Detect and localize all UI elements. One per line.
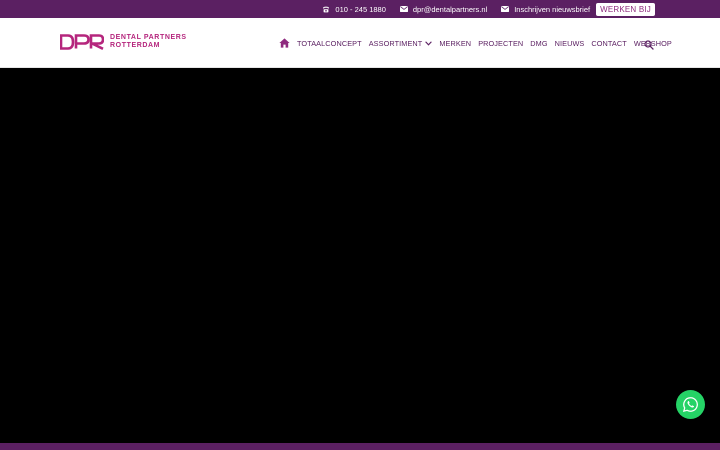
werken-bij-button[interactable]: WERKEN BIJ	[596, 2, 655, 16]
nav-item-assortiment[interactable]: ASSORTIMENT	[369, 39, 433, 48]
nav-item-merken[interactable]: MERKEN	[439, 39, 471, 48]
email-link[interactable]: dpr@dentalpartners.nl	[399, 4, 488, 14]
phone-link[interactable]: 010 - 245 1880	[322, 4, 386, 14]
whatsapp-button[interactable]	[676, 390, 705, 419]
top-bar: 010 - 245 1880 dpr@dentalpartners.nl Ins…	[0, 0, 720, 18]
whatsapp-icon	[682, 397, 698, 413]
home-icon	[279, 38, 290, 48]
nav-item-projecten[interactable]: PROJECTEN	[478, 39, 523, 48]
logo[interactable]: DENTAL PARTNERS ROTTERDAM	[60, 34, 187, 50]
nav-item-nieuws[interactable]: NIEUWS	[555, 39, 585, 48]
bottom-strip	[0, 443, 720, 450]
mail-icon	[399, 6, 408, 12]
search-icon	[644, 40, 654, 50]
nav-item-assortiment-label: ASSORTIMENT	[368, 38, 423, 48]
chevron-down-icon	[425, 40, 433, 46]
logo-text: DENTAL PARTNERS ROTTERDAM	[110, 34, 187, 50]
phone-icon	[323, 6, 330, 12]
newsletter-label: Inschrijven nieuwsbrief	[514, 4, 591, 14]
newsletter-link[interactable]: Inschrijven nieuwsbrief	[501, 5, 590, 14]
main-menu: TOTAALCONCEPT ASSORTIMENT MERKEN PROJECT…	[279, 37, 679, 49]
logo-line1: DENTAL PARTNERS	[110, 34, 187, 41]
main-navbar: DENTAL PARTNERS ROTTERDAM TOTAALCONCEPT …	[0, 18, 720, 68]
mail-icon	[501, 6, 510, 12]
hero-banner	[0, 68, 720, 443]
nav-item-contact[interactable]: CONTACT	[591, 39, 626, 48]
email-label: dpr@dentalpartners.nl	[412, 4, 488, 14]
nav-home[interactable]	[279, 38, 290, 48]
nav-item-totaalconcept[interactable]: TOTAALCONCEPT	[297, 39, 362, 48]
phone-label: 010 - 245 1880	[335, 4, 386, 14]
logo-mark	[60, 34, 104, 50]
search-button[interactable]	[644, 37, 654, 55]
logo-line2: ROTTERDAM	[110, 42, 161, 49]
nav-item-dmg[interactable]: DMG	[530, 39, 547, 48]
